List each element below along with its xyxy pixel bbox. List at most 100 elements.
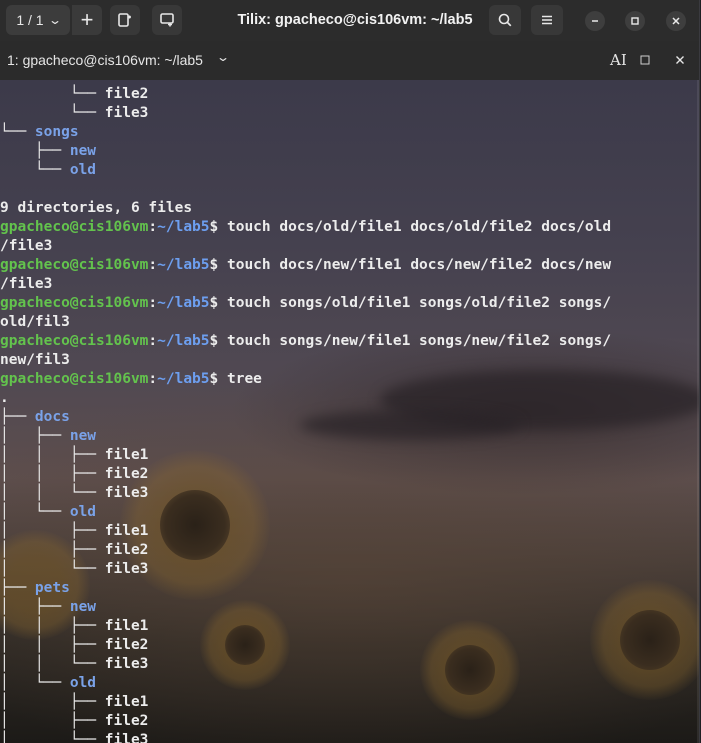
tree-directory-line: ├── docs bbox=[0, 408, 699, 427]
prompt-separator: : bbox=[148, 257, 158, 273]
tree-file-line: │ │ ├── file2 bbox=[0, 465, 699, 484]
tree-directory-line: └── old bbox=[0, 161, 699, 180]
minimize-icon bbox=[592, 20, 598, 22]
tree-branch: │ │ ├── bbox=[0, 618, 105, 634]
terminal-prompt-line: gpacheco@cis106vm:~/lab5$ touch songs/ol… bbox=[0, 294, 699, 313]
directory-name: docs bbox=[34, 409, 70, 425]
tree-directory-line: │ ├── new bbox=[0, 598, 699, 617]
maximize-icon bbox=[631, 17, 639, 25]
file-name: file3 bbox=[104, 105, 149, 121]
tree-branch: │ ├── bbox=[0, 713, 105, 729]
file-name: file2 bbox=[104, 86, 149, 102]
tree-branch: ├── bbox=[0, 143, 70, 159]
terminal-maximize-button[interactable] bbox=[640, 52, 650, 69]
split-right-icon bbox=[118, 13, 131, 27]
menu-button[interactable] bbox=[531, 5, 563, 35]
file-name: file3 bbox=[104, 485, 149, 501]
file-name: file2 bbox=[104, 542, 149, 558]
tree-directory-line: │ ├── new bbox=[0, 427, 699, 446]
split-right-button[interactable] bbox=[110, 5, 140, 35]
directory-name: old bbox=[69, 675, 97, 691]
prompt-path: ~/lab5 bbox=[157, 219, 210, 235]
file-name: file2 bbox=[104, 713, 149, 729]
add-session-button[interactable]: + bbox=[72, 5, 102, 35]
maximize-button[interactable] bbox=[625, 11, 645, 31]
output-line: old/fil3 bbox=[0, 314, 70, 330]
directory-name: old bbox=[69, 504, 97, 520]
file-name: file2 bbox=[104, 637, 149, 653]
prompt-user: gpacheco@cis106vm bbox=[0, 257, 149, 273]
tree-branch: ├── bbox=[0, 409, 35, 425]
tree-branch: └── bbox=[0, 162, 70, 178]
tree-branch: │ ├── bbox=[0, 428, 70, 444]
file-name: file1 bbox=[104, 694, 149, 710]
terminal-close-button[interactable] bbox=[675, 52, 685, 69]
tree-directory-line: ├── new bbox=[0, 142, 699, 161]
tree-branch: └── bbox=[0, 105, 105, 121]
hamburger-menu-icon bbox=[542, 15, 552, 25]
add-icon: + bbox=[80, 7, 94, 32]
command-text: $ touch songs/new/file1 songs/new/file2 … bbox=[209, 333, 612, 349]
tree-branch: │ └── bbox=[0, 561, 105, 577]
text-cursor-icon: AI bbox=[610, 51, 627, 69]
tree-file-line: │ │ ├── file2 bbox=[0, 636, 699, 655]
tree-branch: │ ├── bbox=[0, 599, 70, 615]
chevron-down-icon: ⌄ bbox=[47, 13, 62, 27]
directory-name: old bbox=[69, 162, 97, 178]
prompt-separator: : bbox=[148, 333, 158, 349]
tree-branch: │ └── bbox=[0, 732, 105, 743]
directory-name: pets bbox=[34, 580, 70, 596]
output-line: /file3 bbox=[0, 276, 53, 292]
tree-file-line: │ ├── file2 bbox=[0, 541, 699, 560]
tree-branch: │ ├── bbox=[0, 694, 105, 710]
tree-directory-line: │ └── old bbox=[0, 503, 699, 522]
terminal-prompt-line: gpacheco@cis106vm:~/lab5$ tree bbox=[0, 370, 699, 389]
file-name: file1 bbox=[104, 523, 149, 539]
close-icon bbox=[676, 56, 684, 64]
tree-directory-line: ├── pets bbox=[0, 579, 699, 598]
close-button[interactable] bbox=[666, 11, 686, 31]
prompt-user: gpacheco@cis106vm bbox=[0, 219, 149, 235]
chevron-down-icon[interactable]: ⌄ bbox=[216, 50, 230, 64]
tree-file-line: │ └── file3 bbox=[0, 731, 699, 743]
file-name: file1 bbox=[104, 618, 149, 634]
header-bar: 1 / 1 ⌄ + Tilix: gpacheco@cis106vm: ~/la… bbox=[0, 0, 699, 41]
output-line: 9 directories, 6 files bbox=[0, 200, 193, 216]
read-only-toggle[interactable]: AI bbox=[610, 51, 627, 69]
tree-file-line: └── file2 bbox=[0, 85, 699, 104]
command-text: $ tree bbox=[209, 371, 262, 387]
file-name: file2 bbox=[104, 466, 149, 482]
tree-branch: │ └── bbox=[0, 675, 70, 691]
tilix-window: 1 / 1 ⌄ + Tilix: gpacheco@cis106vm: ~/la… bbox=[0, 0, 700, 743]
terminal-output[interactable]: └── file2 └── file3 └── songs ├── new └──… bbox=[0, 80, 699, 743]
split-down-button[interactable] bbox=[152, 5, 182, 35]
prompt-separator: : bbox=[148, 295, 158, 311]
command-text: $ touch docs/old/file1 docs/old/file2 do… bbox=[209, 219, 612, 235]
prompt-separator: : bbox=[148, 371, 158, 387]
find-button[interactable] bbox=[489, 5, 521, 35]
tree-branch: │ │ ├── bbox=[0, 466, 105, 482]
prompt-user: gpacheco@cis106vm bbox=[0, 333, 149, 349]
tree-branch: └── bbox=[0, 86, 105, 102]
output-line: . bbox=[0, 390, 9, 406]
tree-branch: │ ├── bbox=[0, 523, 105, 539]
prompt-path: ~/lab5 bbox=[157, 257, 210, 273]
tree-branch: │ │ ├── bbox=[0, 637, 105, 653]
tree-file-line: │ ├── file1 bbox=[0, 522, 699, 541]
session-title-bar: 1: gpacheco@cis106vm: ~/lab5 ⌄ AI bbox=[0, 41, 699, 81]
terminal-title[interactable]: 1: gpacheco@cis106vm: ~/lab5 bbox=[7, 41, 203, 80]
tree-directory-line: └── songs bbox=[0, 123, 699, 142]
terminal-prompt-line: gpacheco@cis106vm:~/lab5$ touch docs/old… bbox=[0, 218, 699, 237]
tree-branch: ├── bbox=[0, 580, 35, 596]
file-name: file3 bbox=[104, 656, 149, 672]
prompt-path: ~/lab5 bbox=[157, 295, 210, 311]
tree-file-line: │ ├── file2 bbox=[0, 712, 699, 731]
tree-file-line: │ ├── file1 bbox=[0, 693, 699, 712]
directory-name: new bbox=[69, 428, 97, 444]
session-switcher-button[interactable]: 1 / 1 ⌄ bbox=[6, 5, 70, 35]
directory-name: songs bbox=[34, 124, 79, 140]
search-icon bbox=[498, 13, 512, 27]
minimize-button[interactable] bbox=[585, 11, 605, 31]
tree-file-line: │ │ ├── file1 bbox=[0, 446, 699, 465]
